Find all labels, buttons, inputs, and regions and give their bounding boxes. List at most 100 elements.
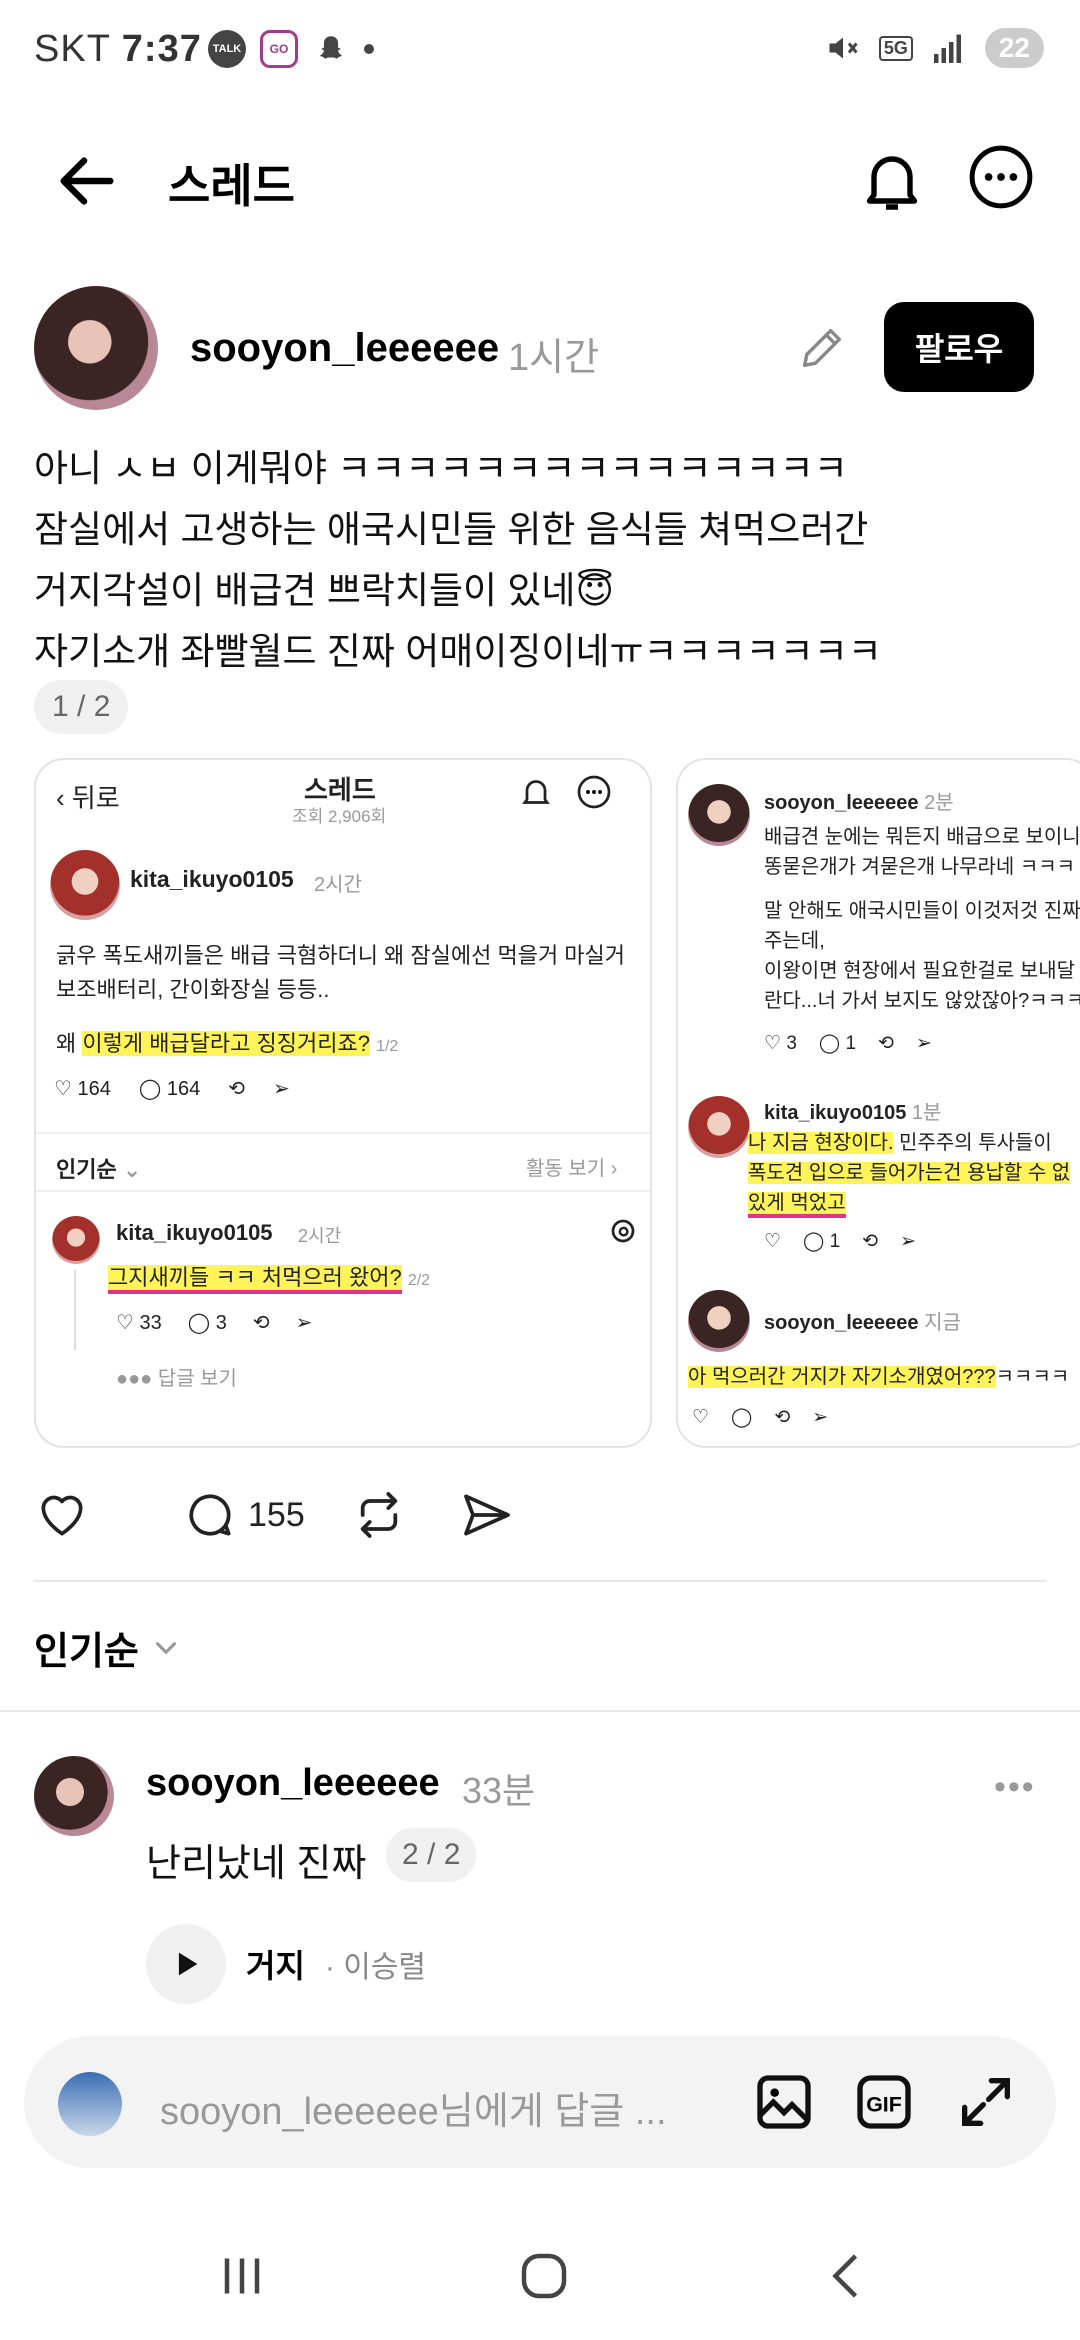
network-icon: 5G — [878, 35, 913, 61]
like-heart-icon[interactable] — [34, 1487, 90, 1543]
bell-icon[interactable] — [856, 144, 928, 216]
expand-icon[interactable] — [954, 2070, 1018, 2134]
gif-icon[interactable]: GIF — [852, 2070, 916, 2134]
post-line: 잠실에서 고생하는 애국시민들 위한 음식들 쳐먹으러간 — [34, 509, 869, 550]
comment-timestamp: 33분 — [462, 1770, 536, 1811]
svg-text:GIF: GIF — [866, 2092, 902, 2116]
dot-icon — [364, 44, 374, 54]
embedded-avatar — [50, 850, 120, 920]
embedded-stats: ♡ ◯ 1 ⟲ ➢ — [764, 1231, 917, 1252]
comment-page-indicator: 2 / 2 — [386, 1828, 477, 1882]
embedded-replies-link: ●●● 답글 보기 — [116, 1368, 237, 1390]
embedded-divider — [36, 1190, 650, 1192]
comment-count: 155 — [248, 1495, 305, 1534]
snapchat-icon — [312, 30, 350, 68]
embedded-reply-text: 그지새끼들 ㅋㅋ 처먹으러 왔어? 2/2 — [108, 1260, 430, 1294]
comment-username[interactable]: sooyon_leeeeee — [146, 1762, 440, 1805]
edit-pencil-icon[interactable] — [796, 322, 848, 374]
embedded-text-highlighted: 아 먹으러간 거지가 자기소개였어???ㅋㅋㅋㅋ — [688, 1366, 1070, 1388]
embedded-stats: ♡ ◯ ⟲ ➢ — [692, 1407, 829, 1428]
embedded-text: 배급견 눈에는 뭐든지 배급으로 보이니 — [764, 826, 1080, 848]
nav-back-icon[interactable] — [818, 2246, 878, 2306]
battery-indicator: 22 — [984, 28, 1044, 68]
embedded-stats: ♡ 164 ◯ 164 ⟲ ➢ — [54, 1078, 290, 1100]
post-page-indicator: 1 / 2 — [34, 680, 129, 734]
music-attachment[interactable]: 거지 · 이승렬 — [146, 1924, 426, 2004]
threads-logo-icon — [611, 1219, 635, 1243]
post-line: 자기소개 좌빨월드 진짜 어매이징이네ㅠㅋㅋㅋㅋㅋㅋㅋ — [34, 631, 882, 672]
system-icons: 5G 22 — [823, 28, 1044, 68]
comment-avatar[interactable] — [34, 1756, 114, 1836]
sort-label: 인기순 — [34, 1631, 139, 1673]
status-bar: SKT 7:37 TALK GO 5G 22 — [0, 0, 1080, 100]
post-line: 거지각설이 배급견 쁘락치들이 있네😇 — [34, 570, 615, 611]
post-actions: 155 — [34, 1480, 515, 1550]
signal-icon — [933, 34, 961, 63]
embedded-text: 말 안해도 애국시민들이 이것저것 진짜 — [764, 900, 1080, 922]
post-body: 아니 ㅅㅂ 이게뭐야 ㅋㅋㅋㅋㅋㅋㅋㅋㅋㅋㅋㅋㅋㅋㅋ 잠실에서 고생하는 애국시… — [34, 438, 1054, 682]
embedded-avatar — [688, 1096, 750, 1158]
embedded-username: kita_ikuyo0105 — [130, 866, 294, 892]
reply-input-bar[interactable]: sooyon_leeeeee님에게 답글 ... GIF — [24, 2036, 1056, 2168]
embedded-divider — [36, 1132, 650, 1134]
more-options-icon[interactable] — [968, 144, 1034, 210]
comment-bubble-icon[interactable] — [182, 1487, 238, 1543]
embedded-username: kita_ikuyo0105 1분 — [764, 1102, 942, 1124]
go-app-icon: GO — [260, 30, 298, 68]
play-icon[interactable] — [146, 1924, 226, 2004]
embedded-username: sooyon_leeeeee 2분 — [764, 792, 954, 814]
home-icon[interactable] — [514, 2246, 574, 2306]
recent-apps-icon[interactable] — [212, 2246, 272, 2306]
divider — [0, 1710, 1080, 1712]
comment-more-icon[interactable]: ••• — [994, 1768, 1036, 1807]
comment-text: 난리났네 진짜 — [146, 1843, 367, 1885]
post-timestamp: 1시간 — [508, 337, 600, 379]
embedded-text: 주는데, — [764, 930, 825, 952]
embedded-avatar — [688, 784, 750, 846]
embedded-sort: 인기순 ⌄ — [56, 1157, 142, 1182]
repost-icon[interactable] — [351, 1487, 407, 1543]
embedded-text-highlighted: 있게 먹었고 — [748, 1186, 846, 1218]
top-app-bar: 스레드 — [0, 120, 1080, 240]
reply-input[interactable]: sooyon_leeeeee님에게 답글 ... — [160, 2080, 667, 2135]
embedded-views: 조회 2,906회 — [292, 807, 387, 826]
embedded-back-link: ‹ 뒤로 — [56, 783, 120, 813]
page-title: 스레드 — [168, 160, 295, 212]
embedded-text: 란다...너 가서 보지도 않았잖아?ㅋㅋㅋ — [764, 990, 1080, 1012]
embedded-reply-username: kita_ikuyo0105 — [116, 1220, 273, 1245]
back-arrow-icon[interactable] — [52, 146, 122, 216]
embedded-reply-time: 2시간 — [298, 1226, 342, 1246]
kakaotalk-icon: TALK — [208, 30, 246, 68]
embedded-thread-line — [74, 1270, 76, 1350]
post-line: 아니 ㅅㅂ 이게뭐야 ㅋㅋㅋㅋㅋㅋㅋㅋㅋㅋㅋㅋㅋㅋㅋ — [34, 448, 848, 489]
system-navigation-bar — [0, 2216, 1080, 2340]
song-title: 거지 — [246, 1948, 305, 1984]
embedded-text: 이왕이면 현장에서 필요한걸로 보내달 — [764, 960, 1076, 982]
embedded-bell-icon — [522, 780, 550, 804]
embedded-text-highlighted: 폭도견 입으로 들어가는건 용납할 수 없 — [748, 1162, 1071, 1184]
embedded-text: 보조배터리, 간이화장실 등등.. — [56, 977, 330, 1002]
author-username[interactable]: sooyon_leeeeee — [190, 326, 499, 371]
my-avatar — [58, 2072, 122, 2136]
author-avatar[interactable] — [34, 286, 158, 410]
notification-icons: TALK GO — [208, 30, 374, 68]
sort-dropdown[interactable]: 인기순 — [34, 1620, 183, 1675]
share-send-icon[interactable] — [459, 1487, 515, 1543]
embedded-avatar — [688, 1290, 750, 1352]
embedded-text-highlighted: 왜 이렇게 배급달라고 징징거리죠? 1/2 — [56, 1031, 399, 1056]
embedded-time: 2시간 — [314, 874, 362, 896]
embedded-text: 긁우 폭도새끼들은 배급 극혐하더니 왜 잠실에선 먹을거 마실거 — [56, 943, 626, 968]
follow-button[interactable]: 팔로우 — [884, 302, 1034, 392]
embedded-activity: 활동 보기 › — [526, 1158, 618, 1180]
attached-screenshot-1[interactable]: ‹ 뒤로 스레드 조회 2,906회 kita_ikuyo0105 2시간 긁우… — [34, 758, 652, 1448]
status-time: SKT 7:37 — [34, 28, 202, 70]
image-attach-icon[interactable] — [752, 2070, 816, 2134]
embedded-username: sooyon_leeeeee 지금 — [764, 1312, 961, 1334]
mute-icon — [829, 37, 858, 59]
attached-screenshot-2[interactable]: sooyon_leeeeee 2분 배급견 눈에는 뭐든지 배급으로 보이니 똥… — [676, 758, 1080, 1448]
embedded-text: 똥묻은개가 겨묻은개 나무라네 ㅋㅋㅋ — [764, 856, 1076, 878]
embedded-reply-stats: ♡ 33 ◯ 3 ⟲ ➢ — [116, 1312, 313, 1334]
chevron-down-icon — [155, 1641, 176, 1654]
song-artist: · 이승렬 — [324, 1951, 427, 1984]
embedded-text-highlighted: 나 지금 현장이다. 민주주의 투사들이 — [748, 1132, 1052, 1154]
